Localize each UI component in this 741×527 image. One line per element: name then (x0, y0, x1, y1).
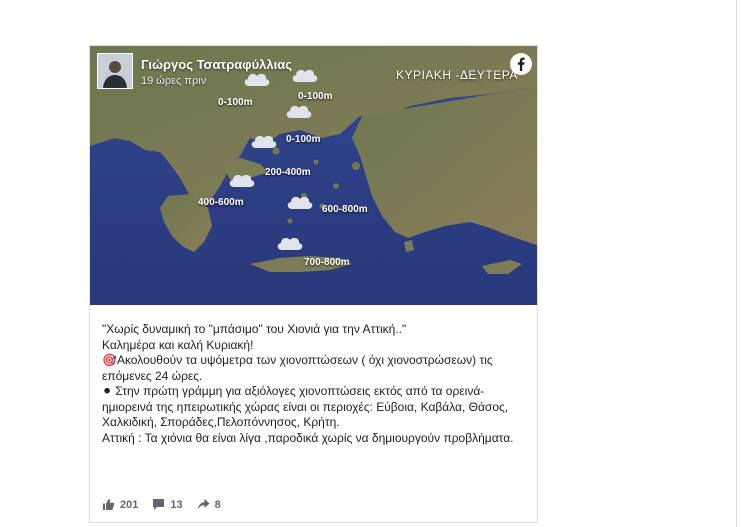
snow-cloud-icon (287, 196, 313, 209)
likes-count-value: 201 (120, 498, 139, 511)
snow-cloud-icon (244, 73, 270, 86)
elevation-label: 600-800m (322, 204, 368, 215)
snow-elevation-map[interactable]: Γιώργος Τσατραφύλλιας 19 ώρες πριν ΚΥΡΙΑ… (90, 46, 537, 305)
map-banner-text: ΚΥΡΙΑΚΗ -ΔΕΥΤΕΡΑ (396, 68, 518, 82)
snow-cloud-icon (251, 135, 277, 148)
post-text-line: ⚫ Στην πρώτη γράμμη για αξιόλογες χιονοπ… (102, 384, 509, 429)
comments-count[interactable]: 13 (152, 498, 183, 511)
post-text-line: Αττική : Τα χιόνια θα είναι λίγα ,παροδι… (102, 430, 514, 445)
elevation-label: 400-600m (198, 197, 244, 208)
snow-cloud-icon (277, 237, 303, 250)
post-text-line: "Χωρίς δυναμική το "μπάσιμο" του Χιονιά … (102, 322, 407, 336)
comments-count-value: 13 (170, 498, 183, 511)
page-divider (736, 0, 737, 527)
author-avatar[interactable] (97, 53, 133, 89)
facebook-icon[interactable] (510, 53, 532, 75)
elevation-label: 700-800m (304, 257, 350, 268)
likes-count[interactable]: 201 (102, 498, 138, 511)
snow-cloud-icon (286, 105, 312, 118)
shares-count[interactable]: 8 (197, 498, 221, 511)
elevation-label: 0-100m (218, 97, 253, 108)
elevation-label: 200-400m (265, 167, 311, 178)
shares-count-value: 8 (214, 498, 221, 511)
share-arrow-icon (197, 499, 210, 510)
snow-cloud-icon (229, 174, 255, 187)
post-stats-bar: 201 13 8 (102, 498, 235, 511)
elevation-label: 0-100m (298, 91, 333, 102)
elevation-label: 0-100m (286, 134, 321, 145)
post-text-line: Καλημέρα και καλή Κυριακή! (102, 337, 254, 352)
comment-icon (153, 499, 165, 510)
post-text-line: 🎯Ακολουθούν τα υψόμετρα των χιονοπτώσεων… (102, 353, 493, 383)
post-text: "Χωρίς δυναμική το "μπάσιμο" του Χιονιά … (102, 322, 532, 446)
facebook-post-card: Γιώργος Τσατραφύλλιας 19 ώρες πριν ΚΥΡΙΑ… (89, 45, 538, 523)
snow-cloud-icon (292, 69, 318, 82)
thumbs-up-icon (103, 499, 115, 510)
